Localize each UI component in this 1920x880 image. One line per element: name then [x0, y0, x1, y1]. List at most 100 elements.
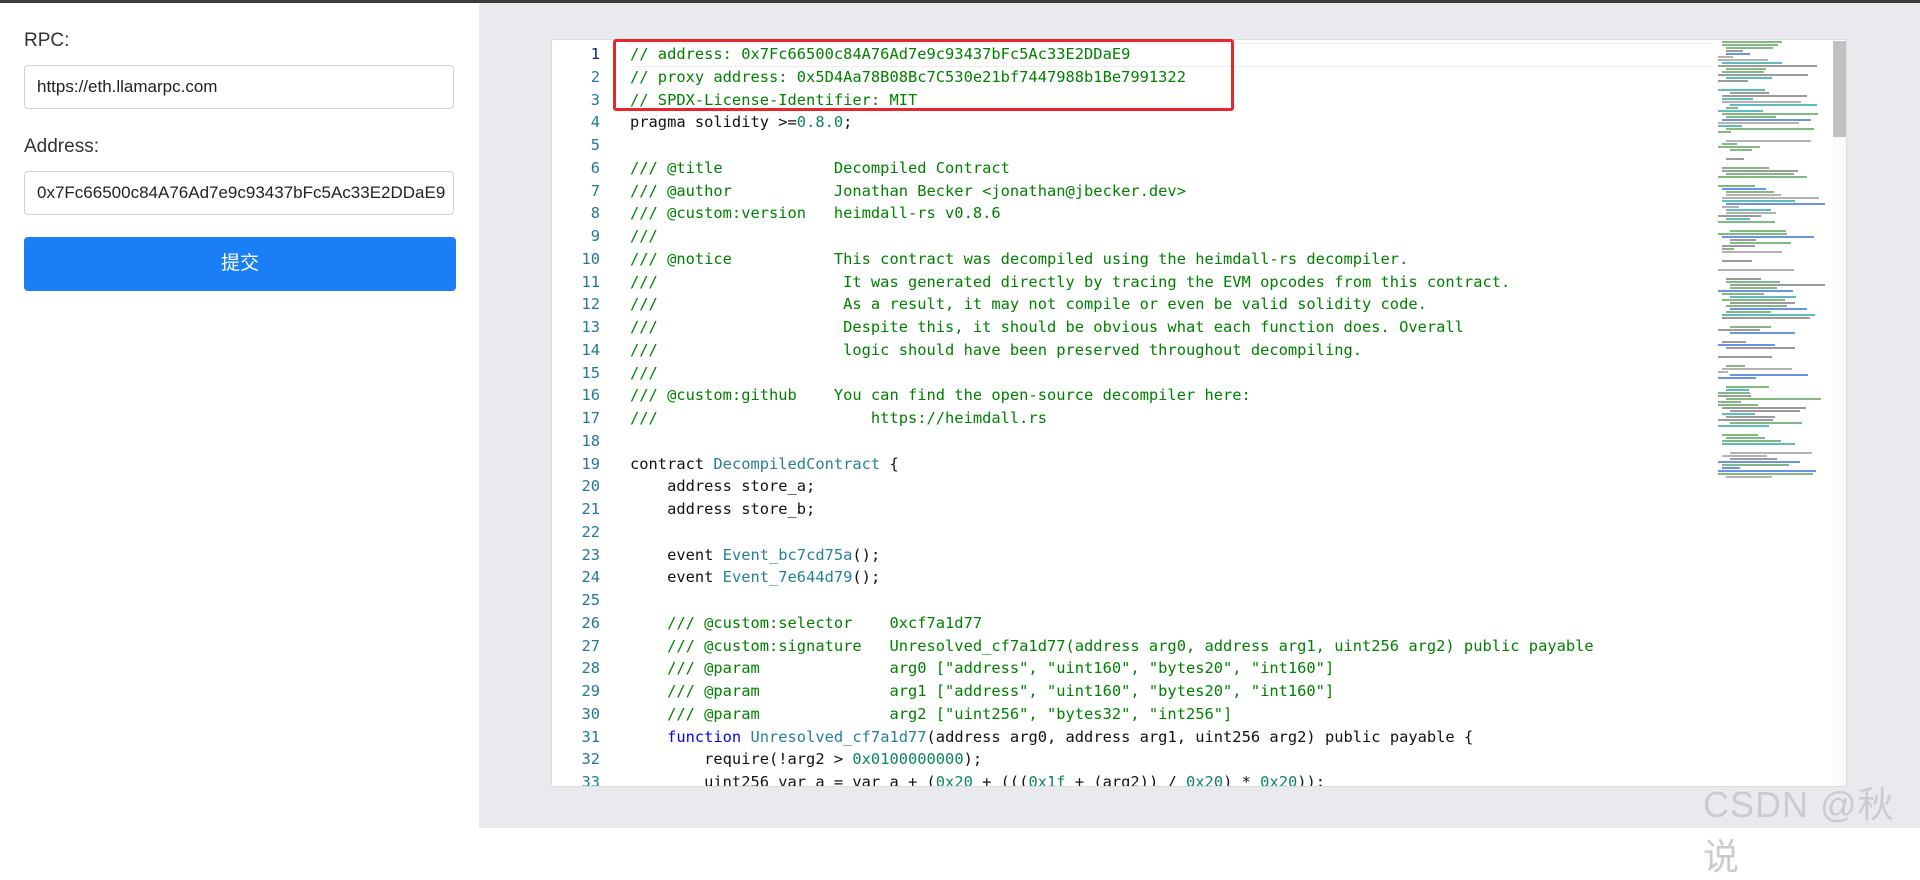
code-token: {: [880, 454, 899, 473]
minimap-line: [1718, 80, 1749, 82]
minimap-line: [1722, 170, 1799, 172]
minimap-line: [1726, 476, 1772, 478]
code-line: 25: [552, 589, 1712, 612]
minimap-line: [1718, 290, 1794, 292]
minimap-line: [1722, 260, 1753, 262]
minimap-line: [1718, 122, 1800, 124]
code-token: address store_b;: [630, 500, 816, 518]
line-number: 21: [581, 500, 600, 518]
line-number: 11: [581, 272, 600, 291]
code-token: /// @custom:version heimdall-rs v0.8.6: [630, 204, 1001, 223]
minimap-line: [1722, 455, 1767, 457]
minimap-line: [1722, 188, 1766, 190]
minimap-line: [1722, 101, 1801, 103]
minimap-line: [1718, 401, 1741, 403]
code-token: 0x20: [1186, 773, 1224, 787]
line-number: 18: [581, 431, 600, 450]
code-token: + (arg2)) /: [1065, 773, 1187, 787]
minimap-line: [1726, 158, 1744, 160]
minimap-line: [1718, 470, 1817, 472]
minimap-line: [1722, 236, 1814, 238]
minimap-line: [1726, 386, 1770, 388]
code-line: 8 /// @custom:version heimdall-rs v0.8.6: [552, 202, 1712, 225]
code-token: /// @param arg2 ["uint256", "bytes32", "…: [630, 704, 1233, 723]
minimap-line: [1730, 296, 1796, 298]
code-line: 28 /// @param arg0 ["address", "uint160"…: [552, 657, 1712, 680]
code-line: 18: [552, 430, 1712, 453]
code-token: /// It was generated directly by tracing…: [630, 272, 1511, 291]
minimap-line: [1730, 410, 1801, 412]
address-input[interactable]: 0x7Fc66500c84A76Ad7e9c93437bFc5Ac33E2DDa…: [24, 171, 454, 215]
code-token: ) *: [1223, 773, 1261, 787]
line-number: 2: [590, 67, 600, 86]
minimap-line: [1718, 176, 1808, 178]
minimap-line: [1722, 197, 1820, 199]
code-token: /// As a result, it may not compile or e…: [630, 295, 1427, 314]
minimap-line: [1730, 422, 1803, 424]
minimap-line: [1718, 377, 1756, 379]
code-line: 2 // proxy address: 0x5D4Aa78B08Bc7C530e2…: [552, 66, 1712, 89]
code-token: event: [630, 545, 723, 564]
minimap-line: [1730, 149, 1753, 151]
line-number: 15: [581, 363, 600, 382]
minimap-line: [1722, 248, 1735, 250]
minimap-line: [1718, 65, 1817, 67]
minimap-line: [1726, 347, 1796, 349]
code-line: 5: [552, 134, 1712, 157]
editor-scrollbar[interactable]: [1833, 41, 1846, 786]
minimap-line: [1726, 218, 1750, 220]
minimap-line: [1718, 269, 1794, 271]
minimap-line: [1726, 281, 1781, 283]
rpc-input[interactable]: https://eth.llamarpc.com: [24, 65, 454, 109]
minimap-line: [1730, 374, 1808, 376]
minimap-line: [1726, 278, 1762, 280]
code-token: /// https://heimdall.rs: [630, 409, 1047, 427]
line-number: 33: [581, 773, 600, 787]
line-number: 30: [581, 704, 600, 723]
code-token: contract: [630, 454, 714, 473]
line-number: 12: [581, 295, 600, 314]
code-line: 4 pragma solidity >=0.8.0;: [552, 111, 1712, 134]
minimap-line: [1726, 209, 1772, 211]
code-token: Event_7e644d79: [722, 568, 853, 587]
code-line: 26 /// @custom:selector 0xcf7a1d77: [552, 612, 1712, 635]
code-line: 24 event Event_7e644d79();: [552, 566, 1712, 589]
line-text: contract DecompiledContract {: [630, 453, 899, 476]
code-editor[interactable]: 1 // address: 0x7Fc66500c84A76Ad7e9c93437…: [551, 39, 1847, 787]
line-number: 20: [581, 477, 600, 496]
scrollbar-thumb[interactable]: [1833, 41, 1846, 137]
address-label: Address:: [24, 136, 99, 157]
line-number: 7: [590, 181, 600, 200]
minimap-line: [1730, 308, 1807, 310]
minimap-line: [1718, 215, 1762, 217]
code-token: Unresolved_cf7a1d77: [750, 727, 927, 746]
code-line: 23 event Event_bc7cd75a();: [552, 544, 1712, 567]
minimap-line: [1726, 68, 1766, 70]
minimap-line: [1722, 317, 1810, 319]
code-token: require(!arg2 >: [630, 750, 853, 769]
code-line: 12 /// As a result, it may not compile or…: [552, 293, 1712, 316]
code-token: 0x1f: [1028, 773, 1066, 787]
minimap-line: [1726, 47, 1773, 49]
minimap-line: [1722, 62, 1782, 64]
minimap-line: [1730, 302, 1795, 304]
code-token: event: [630, 568, 723, 587]
line-text: event Event_bc7cd75a();: [630, 544, 880, 567]
minimap-line: [1718, 131, 1732, 133]
minimap-line: [1730, 458, 1778, 460]
code-token: /// @author Jonathan Becker <jonathan@jb…: [630, 181, 1186, 200]
submit-button[interactable]: 提交: [24, 237, 456, 291]
line-text: /// @title Decompiled Contract: [630, 157, 1010, 180]
code-token: /// @custom:selector 0xcf7a1d77: [630, 613, 983, 632]
minimap-line: [1722, 206, 1739, 208]
code-token: /// @title Decompiled Contract: [630, 158, 1010, 177]
code-token: pragma solidity >=: [630, 113, 797, 132]
line-text: /// @custom:selector 0xcf7a1d77: [630, 612, 982, 635]
minimap-line: [1722, 200, 1796, 202]
minimap-line: [1722, 44, 1778, 46]
minimap-line: [1722, 464, 1789, 466]
minimap-line: [1722, 41, 1783, 43]
minimap-line: [1726, 53, 1751, 55]
editor-minimap[interactable]: [1718, 41, 1836, 481]
minimap-line: [1726, 416, 1775, 418]
